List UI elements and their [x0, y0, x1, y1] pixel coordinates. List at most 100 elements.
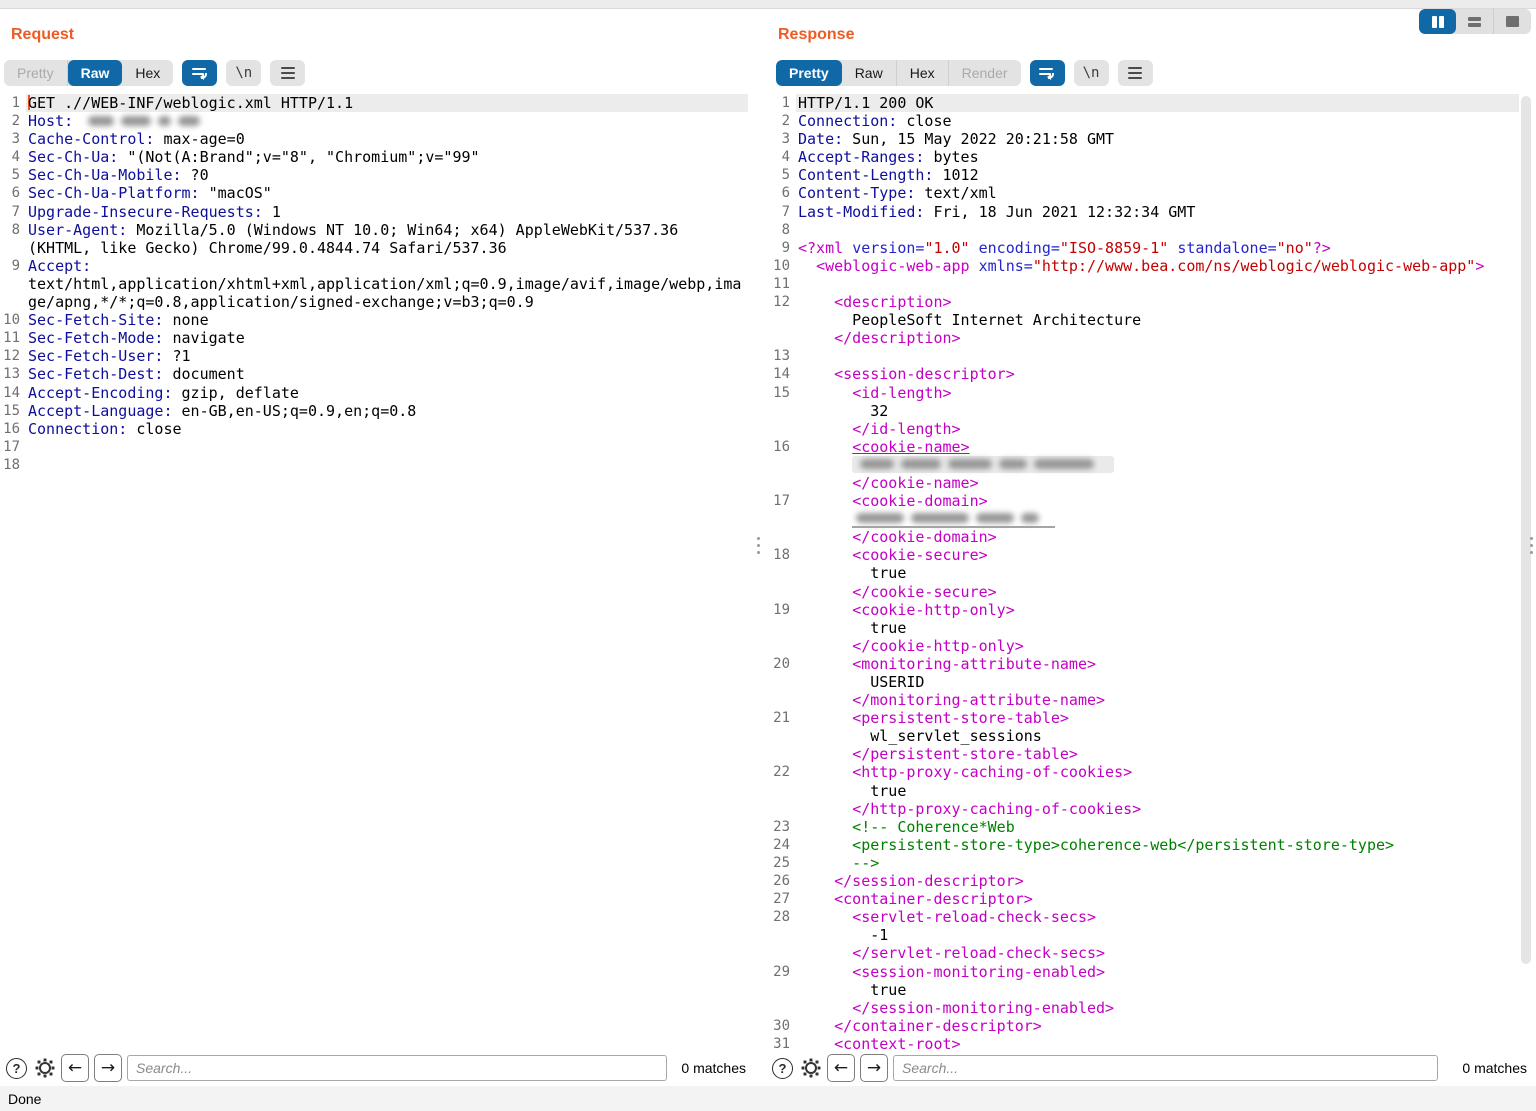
code-line: 11Sec-Fetch-Mode: navigate	[0, 329, 756, 347]
code-line: 3Cache-Control: max-age=0	[0, 130, 756, 148]
code-line: 6Sec-Ch-Ua-Platform: "macOS"	[0, 184, 756, 202]
code-line: 24 <persistent-store-type>coherence-web<…	[762, 836, 1536, 854]
request-editor[interactable]: 1GET .//WEB-INF/weblogic.xml HTTP/1.12Ho…	[0, 94, 756, 1051]
response-view-tabs: PrettyRawHexRender	[776, 60, 1021, 86]
code-line: 9<?xml version="1.0" encoding="ISO-8859-…	[762, 239, 1536, 257]
view-layout-toggle	[1419, 9, 1531, 34]
code-line: 3Date: Sun, 15 May 2022 20:21:58 GMT	[762, 130, 1536, 148]
code-line: USERID	[762, 673, 1536, 691]
response-menu-button[interactable]	[1118, 60, 1153, 86]
code-line: 7Upgrade-Insecure-Requests: 1	[0, 203, 756, 221]
code-line: 13	[762, 347, 1536, 365]
code-line: 26 </session-descriptor>	[762, 872, 1536, 890]
response-search-input[interactable]	[893, 1055, 1438, 1081]
response-show-newlines-button[interactable]: \n	[1074, 60, 1109, 86]
split-columns-button[interactable]	[1419, 9, 1456, 34]
code-line: 20 <monitoring-attribute-name>	[762, 655, 1536, 673]
code-line: 15Accept-Language: en-GB,en-US;q=0.9,en;…	[0, 402, 756, 420]
request-view-tabs: PrettyRawHex	[4, 60, 173, 86]
split-rows-button[interactable]	[1456, 9, 1494, 34]
code-line: 2Host:	[0, 112, 756, 130]
single-pane-button[interactable]	[1494, 9, 1531, 34]
request-search-input[interactable]	[127, 1055, 667, 1081]
response-search-next-button[interactable]: →	[860, 1054, 888, 1082]
request-search-next-button[interactable]: →	[94, 1054, 122, 1082]
panel-divider-handle[interactable]	[757, 537, 761, 557]
response-search-help-button[interactable]: ?	[771, 1057, 794, 1080]
response-scrollbar[interactable]	[1521, 96, 1531, 964]
code-line	[762, 456, 1536, 474]
arrow-left-icon: ←	[68, 1058, 82, 1078]
tab-pretty[interactable]: Pretty	[4, 60, 68, 86]
request-panel-title: Request	[11, 26, 74, 44]
redacted-text	[852, 456, 1114, 473]
code-line: 8	[762, 221, 1536, 239]
code-line: -1	[762, 926, 1536, 944]
code-line: </id-length>	[762, 420, 1536, 438]
help-icon: ?	[772, 1058, 793, 1079]
code-line: 7Last-Modified: Fri, 18 Jun 2021 12:32:3…	[762, 203, 1536, 221]
help-icon: ?	[6, 1058, 27, 1079]
code-line: (KHTML, like Gecko) Chrome/99.0.4844.74 …	[0, 239, 756, 257]
code-line: 10 <weblogic-web-app xmlns="http://www.b…	[762, 257, 1536, 275]
code-line: 12 <description>	[762, 293, 1536, 311]
code-line: 30 </container-descriptor>	[762, 1017, 1536, 1035]
single-pane-icon	[1506, 16, 1519, 27]
code-line: </servlet-reload-check-secs>	[762, 944, 1536, 962]
request-search-settings-button[interactable]	[33, 1057, 56, 1080]
redacted-text	[82, 112, 206, 129]
request-show-newlines-button[interactable]: \n	[226, 60, 261, 86]
code-line: 32	[762, 402, 1536, 420]
newline-icon: \n	[235, 65, 252, 81]
code-line: 14Accept-Encoding: gzip, deflate	[0, 384, 756, 402]
request-search-help-button[interactable]: ?	[5, 1057, 28, 1080]
tab-hex[interactable]: Hex	[122, 60, 173, 86]
gear-icon	[801, 1058, 821, 1078]
code-line: 18 <cookie-secure>	[762, 546, 1536, 564]
request-search-bar: ? ← → 0 matches	[5, 1054, 750, 1082]
code-line: 1GET .//WEB-INF/weblogic.xml HTTP/1.1	[0, 94, 756, 112]
code-line: </cookie-secure>	[762, 583, 1536, 601]
code-line: 1HTTP/1.1 200 OK	[762, 94, 1536, 112]
request-word-wrap-button[interactable]	[182, 60, 217, 86]
response-editor[interactable]: 1HTTP/1.1 200 OK2Connection: close3Date:…	[762, 94, 1536, 1051]
arrow-right-icon: →	[867, 1058, 881, 1078]
response-panel-title: Response	[778, 26, 854, 44]
code-line: 5Sec-Ch-Ua-Mobile: ?0	[0, 166, 756, 184]
response-word-wrap-button[interactable]	[1030, 60, 1065, 86]
columns-icon	[1432, 16, 1444, 28]
code-line: PeopleSoft Internet Architecture	[762, 311, 1536, 329]
code-line: 22 <http-proxy-caching-of-cookies>	[762, 763, 1536, 781]
tab-raw[interactable]: Raw	[842, 60, 897, 86]
request-search-prev-button[interactable]: ←	[61, 1054, 89, 1082]
response-search-settings-button[interactable]	[799, 1057, 822, 1080]
code-line: </http-proxy-caching-of-cookies>	[762, 800, 1536, 818]
code-line: 4Accept-Ranges: bytes	[762, 148, 1536, 166]
rows-icon	[1468, 17, 1481, 27]
code-line: </cookie-http-only>	[762, 637, 1536, 655]
code-line: ge/apng,*/*;q=0.8,application/signed-exc…	[0, 293, 756, 311]
code-line: 9Accept:	[0, 257, 756, 275]
tab-pretty[interactable]: Pretty	[776, 60, 842, 86]
code-line: 17 <cookie-domain>	[762, 492, 1536, 510]
code-line: </monitoring-attribute-name>	[762, 691, 1536, 709]
code-line: </description>	[762, 329, 1536, 347]
code-line	[762, 510, 1536, 528]
code-line: 23 <!-- Coherence*Web	[762, 818, 1536, 836]
code-line: </persistent-store-table>	[762, 745, 1536, 763]
request-menu-button[interactable]	[270, 60, 305, 86]
right-edge-handle[interactable]	[1530, 537, 1534, 557]
code-line: 27 <container-descriptor>	[762, 890, 1536, 908]
tab-render[interactable]: Render	[949, 60, 1021, 86]
code-line: true	[762, 981, 1536, 999]
tab-hex[interactable]: Hex	[897, 60, 949, 86]
word-wrap-icon	[192, 67, 208, 79]
code-line: 16 <cookie-name>	[762, 438, 1536, 456]
gear-icon	[35, 1058, 55, 1078]
word-wrap-icon	[1039, 67, 1055, 79]
response-search-prev-button[interactable]: ←	[827, 1054, 855, 1082]
code-line: 8User-Agent: Mozilla/5.0 (Windows NT 10.…	[0, 221, 756, 239]
tab-raw[interactable]: Raw	[68, 60, 123, 86]
code-line: 17	[0, 438, 756, 456]
code-line: 6Content-Type: text/xml	[762, 184, 1536, 202]
